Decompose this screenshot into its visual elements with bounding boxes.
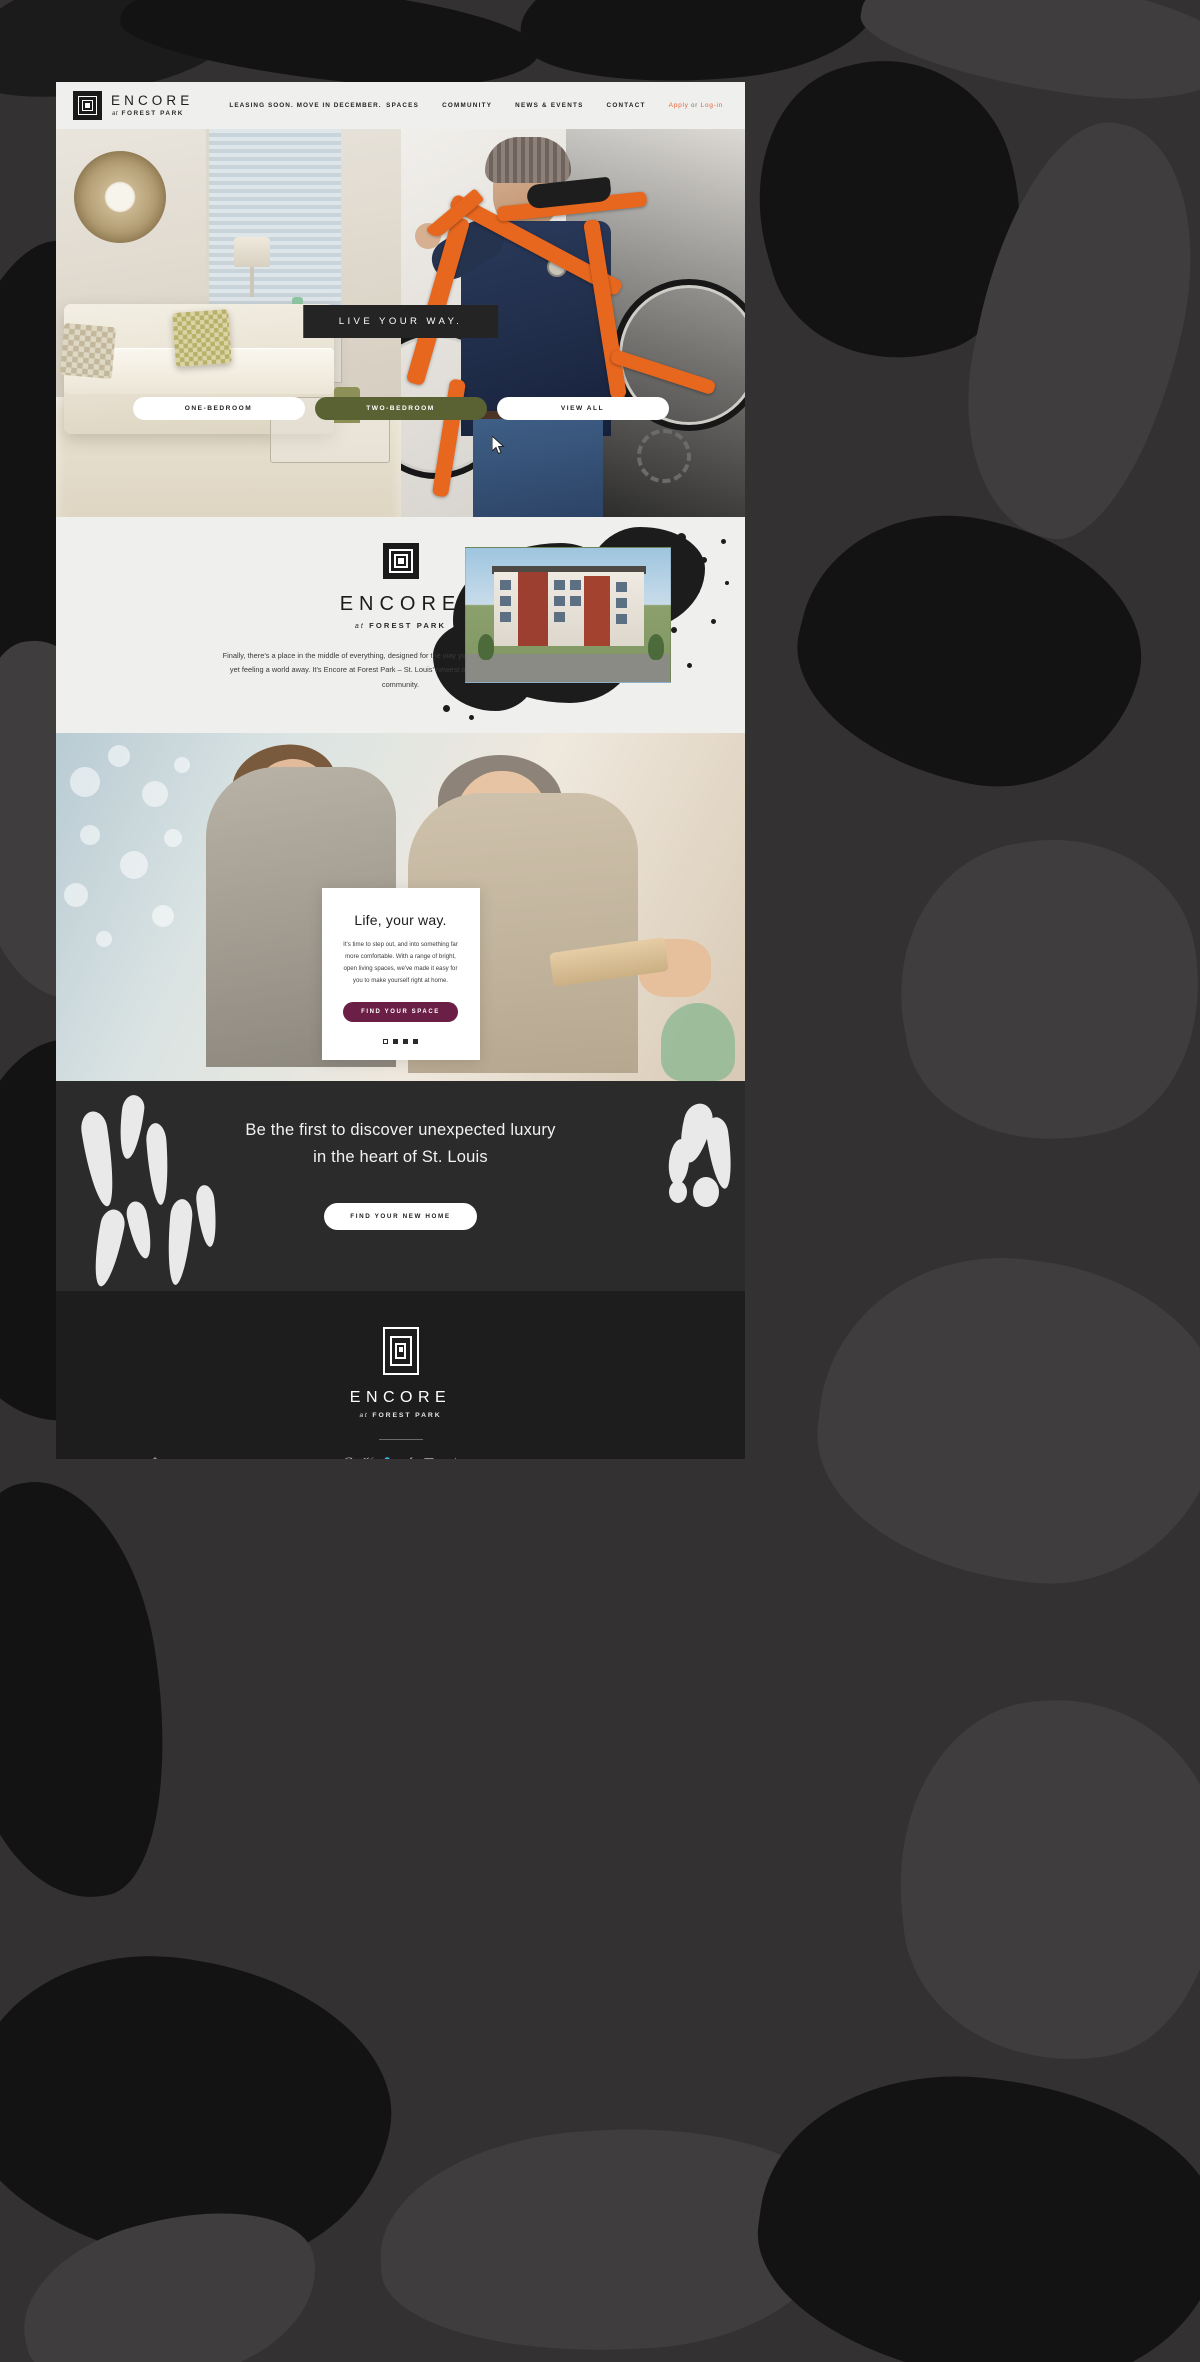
footer-brand: ENCORE at FOREST PARK 𝓟 𝓥 🐦 f ▣ g⁺ © BAL… [56, 1291, 745, 1459]
encore-logo-icon [382, 1327, 419, 1375]
table-lamp [234, 237, 270, 297]
nav-item-community[interactable]: COMMUNITY [442, 102, 492, 109]
slider-dot-3[interactable] [403, 1038, 408, 1044]
throw-pillow [172, 309, 232, 367]
google-plus-icon[interactable]: g⁺ [446, 1456, 459, 1459]
facebook-icon[interactable]: f [409, 1456, 412, 1459]
view-all-button[interactable]: VIEW ALL [496, 397, 669, 420]
bike-tube [405, 215, 470, 387]
brush-stroke [773, 482, 1167, 818]
lifestyle-slider-section: Life, your way. It's time to step out, a… [56, 733, 745, 1081]
brush-stroke [669, 1181, 687, 1203]
header-tagline: LEASING SOON. MOVE IN DECEMBER. [229, 102, 382, 109]
brush-stroke [88, 1207, 128, 1289]
cta-heading-line2: in the heart of St. Louis [313, 1148, 488, 1167]
nav-item-spaces[interactable]: SPACES [386, 102, 419, 109]
instagram-icon[interactable]: ▣ [423, 1456, 434, 1459]
twitter-icon[interactable]: 🐦 [383, 1456, 398, 1459]
brush-stroke [164, 1198, 194, 1286]
vimeo-icon[interactable]: 𝓥 [362, 1456, 372, 1459]
brush-stroke [0, 1466, 192, 1914]
site-footer: EQUAL HOUSING OPPORTUNITY ENCORE at FORE… [56, 1291, 745, 1459]
bike-seat-tube [582, 218, 627, 400]
footer-logo-subtitle: at FOREST PARK [359, 1412, 442, 1419]
hero-filter-buttons: ONE-BEDROOM TWO-BEDROOM VIEW ALL [56, 397, 745, 420]
apply-login-group: Apply or Log-in [669, 102, 723, 109]
cta-heading: Be the first to discover unexpected luxu… [56, 1081, 745, 1171]
brush-stroke [876, 816, 1200, 1164]
pinterest-icon[interactable]: 𝓟 [342, 1456, 351, 1459]
slider-dot-1[interactable] [383, 1038, 388, 1044]
site-header: ENCORE at FOREST PARK LEASING SOON. MOVE… [56, 82, 745, 129]
apply-link[interactable]: Apply [669, 102, 689, 109]
building-rendering-photo[interactable] [465, 547, 671, 683]
lifestyle-title: Life, your way. [354, 912, 447, 928]
brush-stroke [124, 1199, 156, 1261]
brush-stroke [884, 1686, 1200, 2074]
cta-heading-line1: Be the first to discover unexpected luxu… [245, 1121, 556, 1139]
bike-chainring [636, 429, 691, 483]
lifestyle-copy: It's time to step out, and into somethin… [343, 941, 458, 984]
website-page: ENCORE at FOREST PARK LEASING SOON. MOVE… [56, 82, 745, 1459]
login-link[interactable]: Log-in [700, 102, 723, 109]
cta-section: Be the first to discover unexpected luxu… [56, 1081, 745, 1291]
slider-dot-4[interactable] [413, 1038, 418, 1044]
brush-stroke [194, 1184, 220, 1248]
brush-stroke [741, 2049, 1200, 2362]
slider-dot-2[interactable] [393, 1038, 398, 1044]
green-vase [661, 1003, 735, 1081]
logo-title: ENCORE [111, 93, 194, 109]
nav-item-contact[interactable]: CONTACT [607, 102, 646, 109]
hero-banner-text: LIVE YOUR WAY. [302, 305, 499, 338]
brush-stroke [801, 1236, 1200, 1604]
site-logo[interactable]: ENCORE at FOREST PARK [73, 91, 193, 120]
hero-section: LIVE YOUR WAY. ONE-BEDROOM TWO-BEDROOM V… [56, 129, 745, 517]
slider-dots [340, 1038, 462, 1044]
find-your-new-home-button[interactable]: FIND YOUR NEW HOME [324, 1203, 477, 1231]
two-bedroom-button[interactable]: TWO-BEDROOM [314, 397, 487, 420]
logo-subtitle: at FOREST PARK [112, 109, 184, 117]
one-bedroom-button[interactable]: ONE-BEDROOM [132, 397, 305, 420]
about-section: ENCORE at FOREST PARK Finally, there's a… [56, 517, 745, 733]
lifestyle-card: Life, your way. It's time to step out, a… [321, 888, 480, 1060]
window-blinds [206, 129, 341, 314]
encore-logo-icon [382, 543, 419, 579]
wall-wreath-art [74, 151, 166, 243]
footer-logo-title: ENCORE [349, 1389, 452, 1406]
footer-divider [378, 1439, 423, 1440]
nav-item-news-events[interactable]: NEWS & EVENTS [515, 102, 583, 109]
encore-logo-icon [73, 91, 102, 120]
brush-stroke [693, 1177, 719, 1207]
main-navigation: SPACES COMMUNITY NEWS & EVENTS CONTACT A… [386, 102, 723, 109]
throw-pillow [59, 322, 117, 380]
find-your-space-button[interactable]: FIND YOUR SPACE [343, 1001, 458, 1022]
or-text: or [691, 103, 698, 109]
